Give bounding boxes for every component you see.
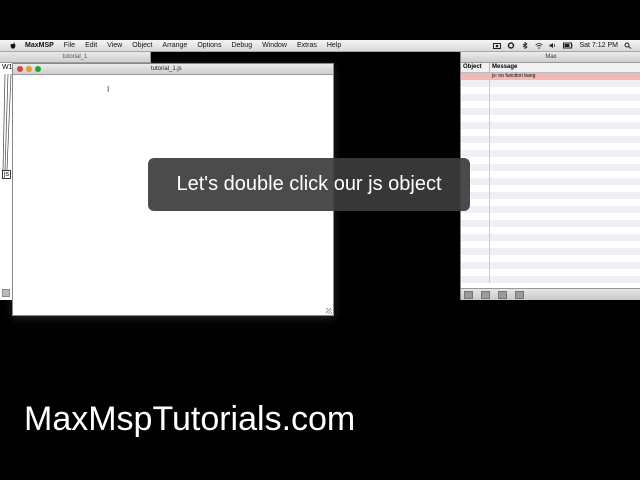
text-cursor-icon: I — [107, 85, 110, 94]
menu-help[interactable]: Help — [327, 42, 341, 49]
menu-edit[interactable]: Edit — [85, 42, 97, 49]
list-item — [461, 94, 640, 101]
brand-watermark: MaxMspTutorials.com — [24, 400, 356, 438]
list-item — [461, 248, 640, 255]
list-item — [461, 122, 640, 129]
volume-icon[interactable] — [549, 42, 557, 49]
camera-icon[interactable] — [493, 42, 502, 49]
apple-icon[interactable] — [9, 42, 17, 50]
max-title: Max — [545, 54, 557, 60]
tutorial-caption: Let's double click our js object — [148, 158, 470, 211]
list-item — [461, 220, 640, 227]
menu-app[interactable]: MaxMSP — [25, 42, 54, 49]
list-item — [461, 234, 640, 241]
list-item — [461, 108, 640, 115]
column-message[interactable]: Message — [490, 63, 517, 72]
menu-view[interactable]: View — [107, 42, 122, 49]
console-rows: js: no function bang — [461, 73, 640, 283]
max-titlebar[interactable]: Max — [461, 52, 640, 63]
patcher-titlebar[interactable]: tutorial_1 — [0, 52, 150, 63]
menu-bar: MaxMSP File Edit View Object Arrange Opt… — [0, 40, 640, 52]
list-item — [461, 255, 640, 262]
resize-grip-icon[interactable] — [326, 308, 332, 314]
list-item — [461, 276, 640, 283]
js-object[interactable]: js — [2, 170, 12, 179]
console-message-cell: js: no function bang — [492, 73, 536, 79]
console-row-error[interactable]: js: no function bang — [461, 73, 640, 80]
spotlight-search-icon[interactable] — [624, 42, 632, 49]
list-item — [461, 206, 640, 213]
menu-debug[interactable]: Debug — [231, 42, 252, 49]
list-item — [461, 213, 640, 220]
bluetooth-icon[interactable] — [521, 42, 529, 49]
console-object-cell — [461, 73, 490, 80]
menu-arrange[interactable]: Arrange — [162, 42, 187, 49]
list-item — [461, 150, 640, 157]
list-item — [461, 185, 640, 192]
list-item — [461, 101, 640, 108]
list-item — [461, 192, 640, 199]
status-tray: Sat 7:12 PM — [493, 40, 632, 51]
menu-file[interactable]: File — [64, 42, 75, 49]
list-item — [461, 136, 640, 143]
zoom-button[interactable] — [35, 66, 41, 72]
menu-options[interactable]: Options — [197, 42, 221, 49]
battery-icon[interactable] — [563, 42, 573, 49]
list-item — [461, 178, 640, 185]
console-toolbar — [461, 288, 640, 300]
console-clear-button[interactable] — [464, 290, 473, 299]
list-item — [461, 143, 640, 150]
patcher-title: tutorial_1 — [62, 54, 88, 60]
console-filter-button[interactable] — [481, 290, 490, 299]
menubar-clock[interactable]: Sat 7:12 PM — [579, 42, 618, 49]
close-button[interactable] — [17, 66, 23, 72]
list-item — [461, 129, 640, 136]
list-item — [461, 241, 640, 248]
list-item — [461, 227, 640, 234]
menu-object[interactable]: Object — [132, 42, 152, 49]
column-object[interactable]: Object — [461, 63, 490, 72]
max-console-window: Max Object Message js: no function bang — [460, 52, 640, 300]
list-item — [461, 164, 640, 171]
editor-titlebar[interactable]: tutorial_1.js — [13, 64, 333, 75]
editor-title: tutorial_1.js — [151, 66, 182, 72]
console-header: Object Message — [461, 63, 640, 73]
list-item — [461, 87, 640, 94]
list-item — [461, 115, 640, 122]
list-item — [461, 171, 640, 178]
list-item — [461, 80, 640, 87]
console-options-button[interactable] — [515, 290, 524, 299]
wifi-icon[interactable] — [535, 42, 544, 49]
list-item — [461, 269, 640, 276]
gear-icon[interactable] — [507, 42, 515, 49]
minimize-button[interactable] — [26, 66, 32, 72]
list-item — [461, 157, 640, 164]
menu-extras[interactable]: Extras — [297, 42, 317, 49]
patcher-lock-button[interactable] — [2, 289, 10, 297]
console-info-button[interactable] — [498, 290, 507, 299]
menu-window[interactable]: Window — [262, 42, 287, 49]
list-item — [461, 199, 640, 206]
list-item — [461, 262, 640, 269]
